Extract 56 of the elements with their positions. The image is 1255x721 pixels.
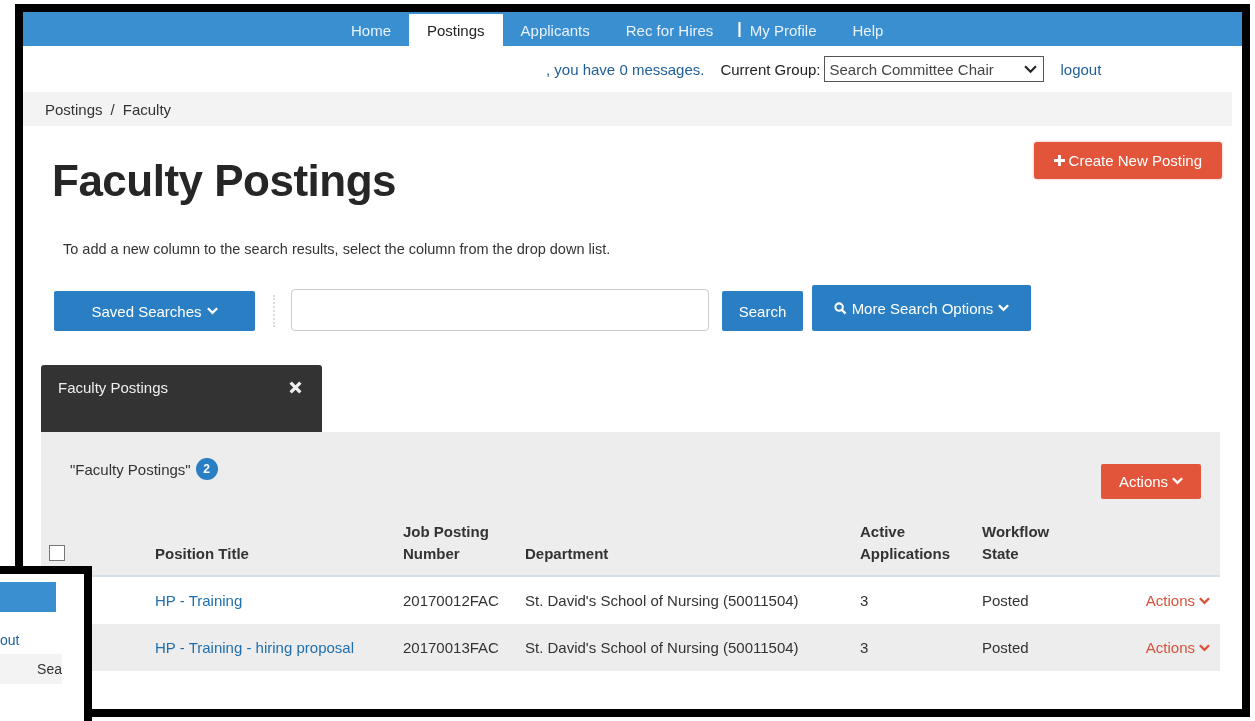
breadcrumb-item[interactable]: Postings [45, 100, 103, 118]
search-field[interactable] [291, 289, 709, 331]
table-cell-text: 3 [860, 592, 870, 609]
actions-button[interactable]: Actions [1101, 463, 1201, 499]
table-cell-text: 20170012FAC [403, 592, 500, 609]
column-header: Job Posting Number [403, 522, 490, 564]
table-cell-text: St. David's School of Nursing (50011504) [525, 639, 800, 656]
close-icon[interactable] [289, 381, 302, 394]
chevron-down-icon [1172, 477, 1184, 485]
select-value: Search Committee Chair [829, 60, 994, 78]
more-search-options-button[interactable]: More Search Options [812, 285, 1031, 331]
column-header: Workflow State [982, 522, 1051, 564]
table-cell-text: St. David's School of Nursing (50011504) [525, 592, 800, 609]
nav-tab[interactable]: Home [333, 14, 409, 46]
plus-icon [1053, 155, 1065, 166]
hint-text: To add a new column to the search results, select the column from the drop down list. [63, 241, 612, 257]
table-cell-text: 3 [860, 639, 870, 656]
search-tab[interactable]: Faculty Postings [41, 365, 322, 432]
create-posting-button[interactable]: Create New Posting [1033, 142, 1222, 179]
group-select[interactable]: Search Committee Chair [824, 56, 1045, 82]
table-cell-text: Posted [982, 592, 1030, 609]
chevron-down-icon [1199, 596, 1210, 605]
position-title-link[interactable]: HP - Training - hiring proposal [155, 639, 403, 656]
column-header: Department [525, 544, 610, 564]
search-icon [833, 301, 847, 315]
nav-separator: | [737, 20, 742, 38]
inset-text: Sea [37, 661, 62, 677]
logout-link[interactable]: logout [1060, 60, 1102, 78]
chevron-down-icon [1024, 64, 1038, 74]
position-title-link[interactable]: HP - Training [155, 592, 403, 609]
column-header: Active Applications [860, 522, 951, 564]
select-all-checkbox[interactable] [49, 545, 65, 561]
group-label: Current Group: [720, 60, 821, 78]
nav-tab[interactable]: Rec for Hires [607, 14, 732, 46]
nav-tab[interactable]: Postings [409, 14, 503, 46]
column-header: Position Title [155, 544, 250, 564]
messages-link[interactable]: , you have 0 messages. [546, 60, 705, 78]
row-actions-button[interactable]: Actions [1145, 592, 1220, 609]
breadcrumb-item[interactable]: Faculty [122, 100, 172, 118]
saved-searches-button[interactable]: Saved Searches [54, 291, 255, 331]
count-badge: 2 [195, 458, 218, 480]
tab-label: Faculty Postings [58, 379, 169, 396]
breadcrumb-separator: / [110, 100, 115, 118]
page-title: Faculty Postings [52, 156, 397, 206]
table-cell-text: Posted [982, 639, 1030, 656]
inset-nav-bar [0, 582, 56, 612]
table-cell-text: 20170013FAC [403, 639, 500, 656]
nav-tab[interactable]: Applicants [502, 14, 608, 46]
nav-tab[interactable]: Help [834, 14, 902, 46]
inset-text: out [0, 632, 20, 648]
results-title: "Faculty Postings" [70, 460, 191, 478]
row-actions-button[interactable]: Actions [1145, 639, 1220, 656]
chevron-down-icon [998, 304, 1010, 312]
chevron-down-icon [206, 307, 218, 315]
search-button[interactable]: Search [722, 291, 803, 331]
chevron-down-icon [1199, 643, 1210, 652]
